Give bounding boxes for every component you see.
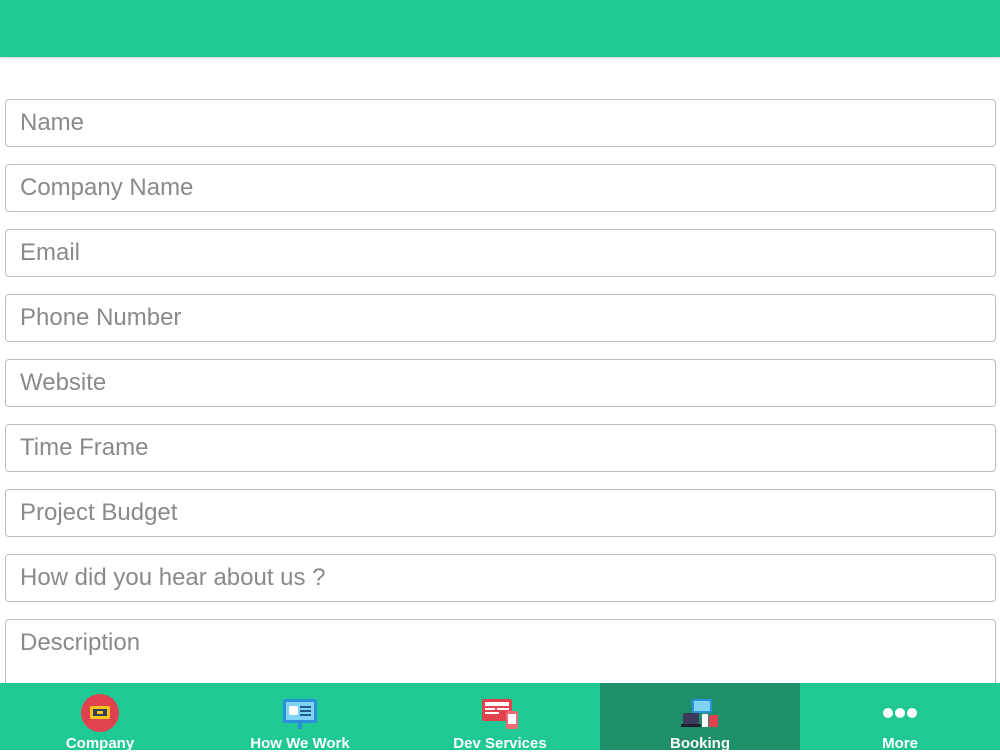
- name-field[interactable]: [5, 99, 996, 147]
- more-dots-icon: [880, 693, 920, 733]
- company-icon: [80, 693, 120, 733]
- referral-source-field[interactable]: [5, 554, 996, 602]
- top-header-bar: [0, 0, 1000, 57]
- project-budget-field[interactable]: [5, 489, 996, 537]
- tab-more-label: More: [882, 735, 918, 752]
- bottom-tab-bar: Company How We Work Dev Services Booking…: [0, 683, 1000, 752]
- phone-number-field[interactable]: [5, 294, 996, 342]
- presentation-icon: [280, 693, 320, 733]
- tab-more[interactable]: More: [800, 683, 1000, 752]
- time-frame-field[interactable]: [5, 424, 996, 472]
- tab-how-we-work[interactable]: How We Work: [200, 683, 400, 752]
- tab-company-label: Company: [65, 735, 135, 752]
- booking-form: [5, 99, 996, 716]
- dev-services-icon: [480, 693, 520, 733]
- tab-booking-label: Booking: [670, 735, 730, 752]
- tab-company[interactable]: Company: [0, 683, 200, 752]
- email-field[interactable]: [5, 229, 996, 277]
- company-name-field[interactable]: [5, 164, 996, 212]
- booking-icon: [680, 693, 720, 733]
- tab-how-we-work-label: How We Work: [250, 735, 350, 752]
- tab-dev-services-label: Dev Services: [453, 735, 547, 752]
- tab-dev-services[interactable]: Dev Services: [400, 683, 600, 752]
- tab-booking[interactable]: Booking: [600, 683, 800, 752]
- website-field[interactable]: [5, 359, 996, 407]
